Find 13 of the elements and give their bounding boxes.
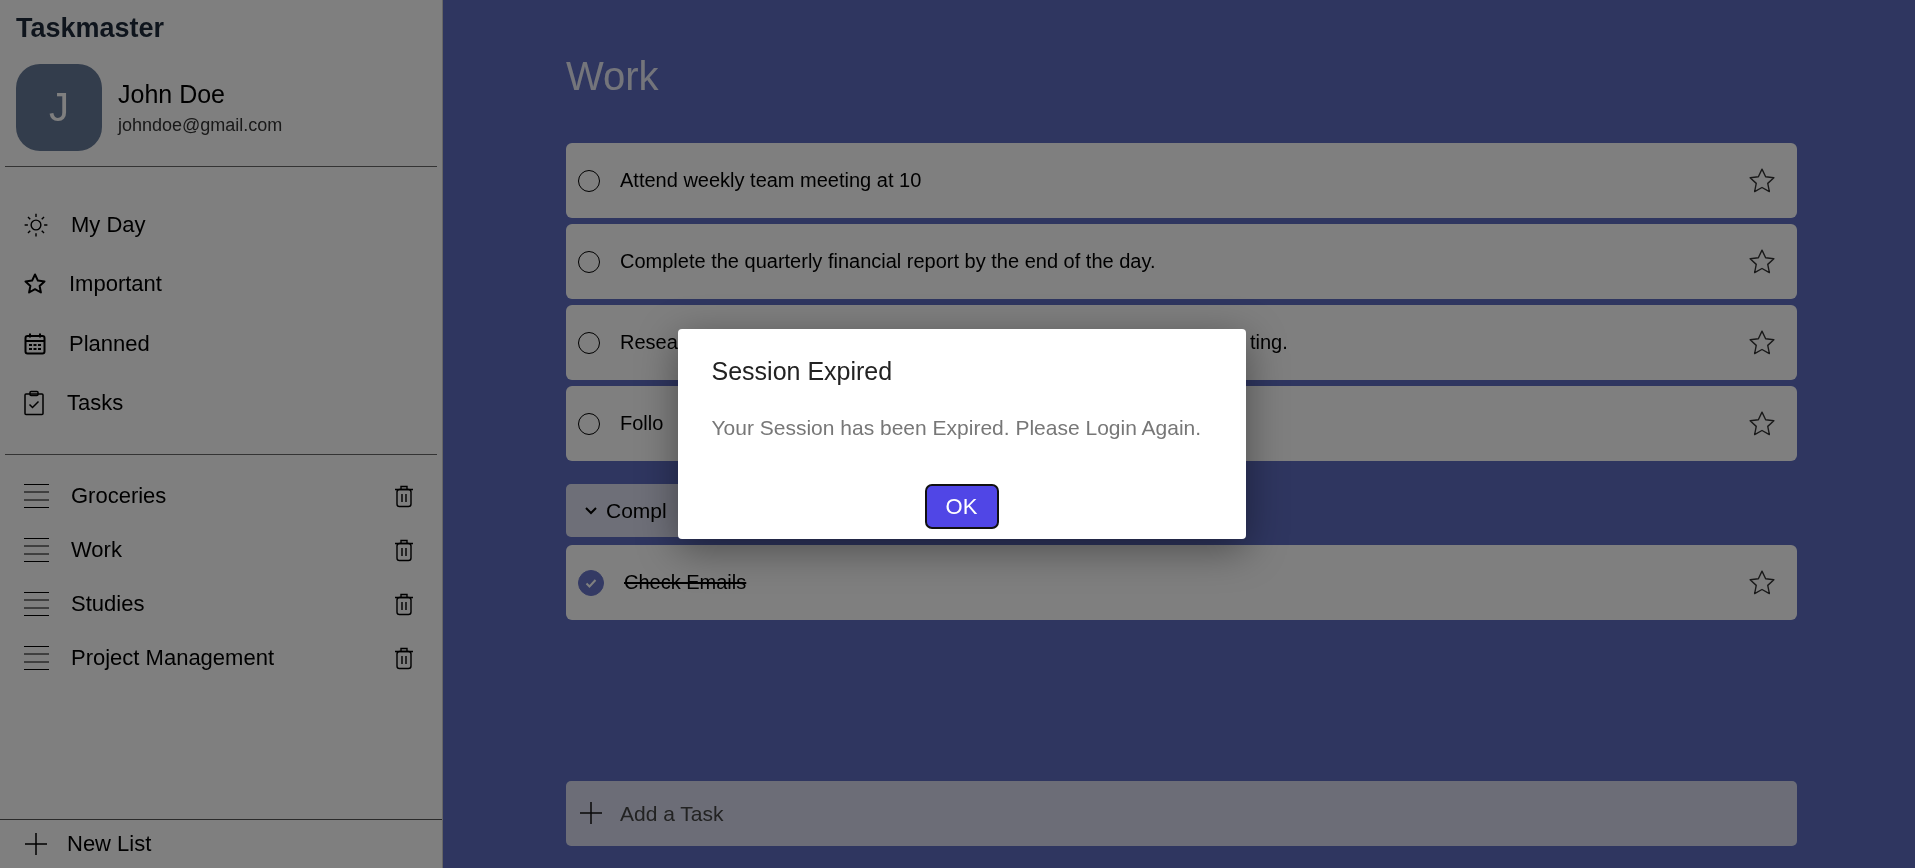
user-name: John Doe [118, 79, 227, 109]
task-text: ting. [1250, 331, 1288, 354]
list-title: Work [566, 54, 660, 99]
task-text: Attend weekly team meeting at 10 [620, 169, 922, 192]
dialog-title: Session Expired [711, 357, 894, 386]
app-title: Taskmaster [15, 12, 166, 44]
user-email: johndoe@gmail.com [118, 114, 283, 136]
task-text: Complete the quarterly financial report by the end of the day. [620, 250, 1156, 273]
task-text: Follo [620, 412, 664, 435]
avatar: J [16, 64, 102, 151]
task-text: Check Emails [624, 571, 747, 594]
task-text: Resea [620, 331, 678, 354]
dialog-message: Your Session has been Expired. Please Login Again. [711, 416, 1203, 440]
